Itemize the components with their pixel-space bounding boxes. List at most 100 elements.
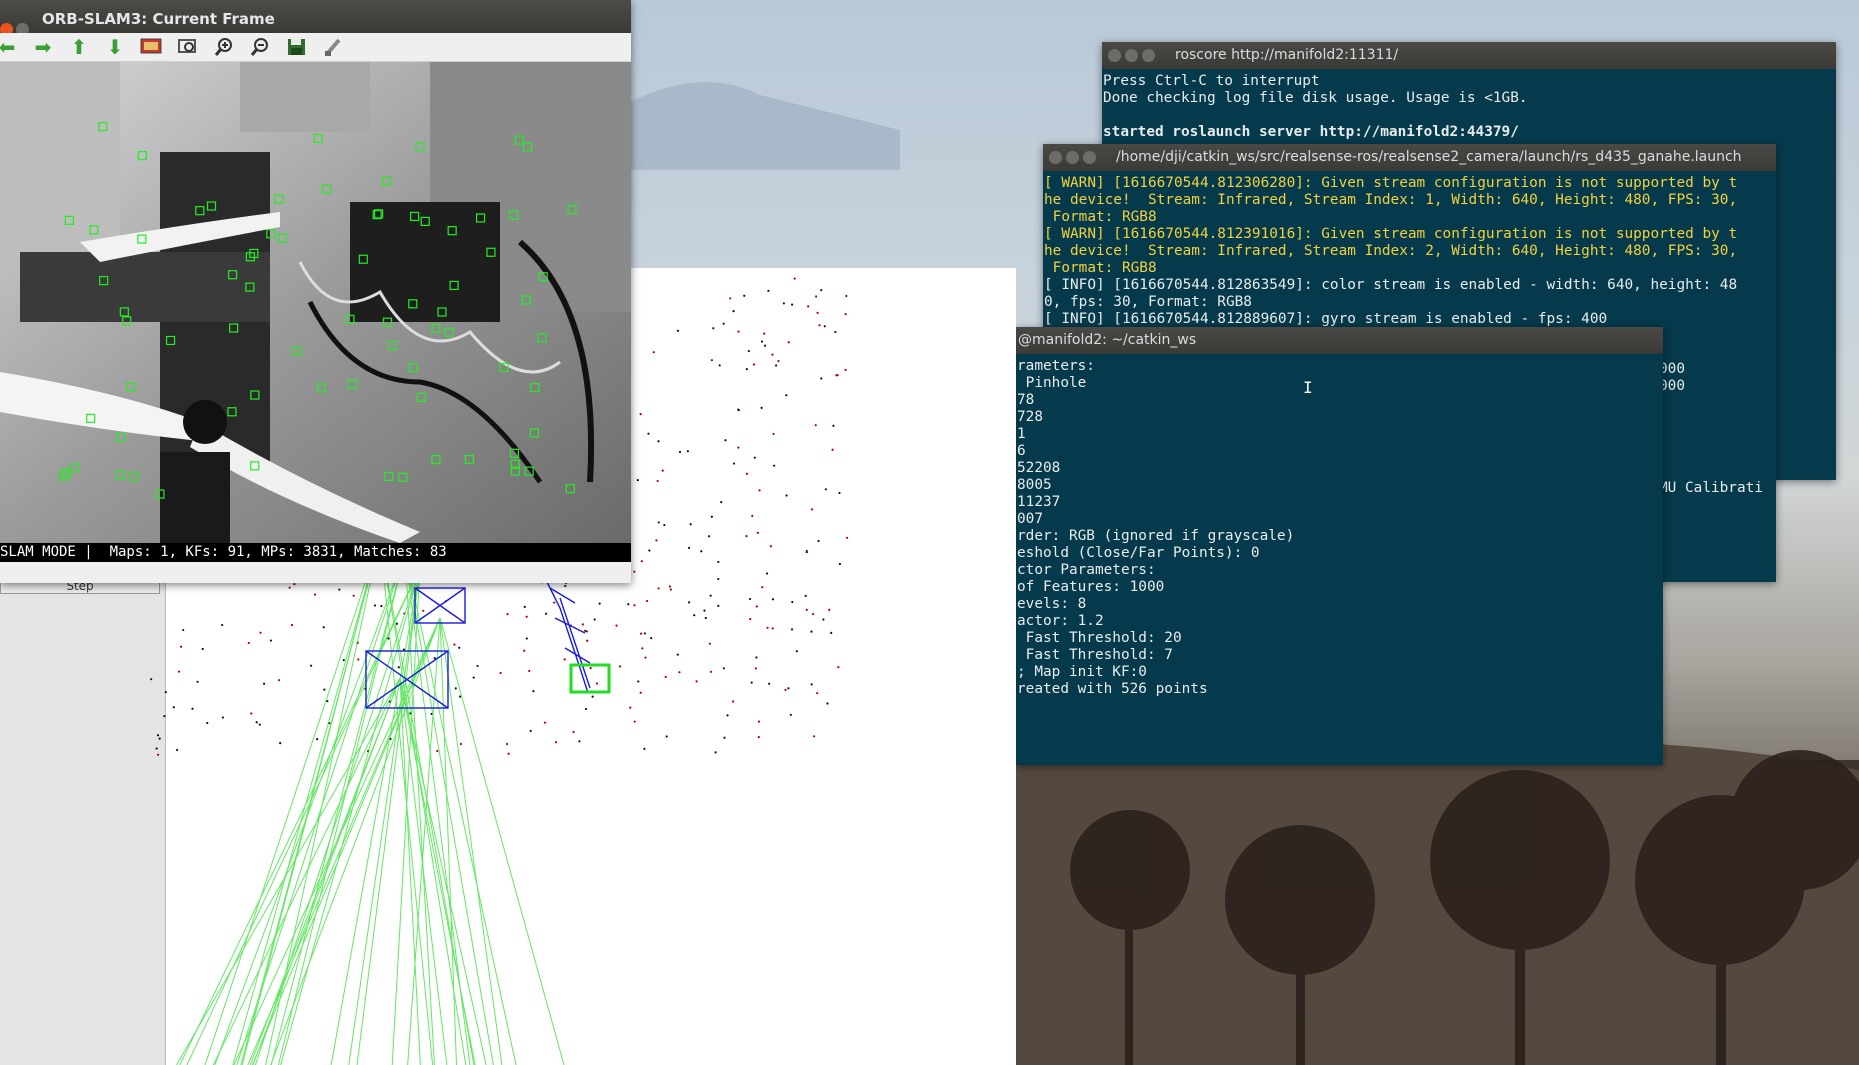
map-point bbox=[618, 665, 622, 668]
map-point bbox=[771, 598, 775, 601]
map-point bbox=[703, 609, 706, 612]
map-point bbox=[751, 514, 754, 517]
map-point bbox=[664, 675, 667, 679]
down-arrow-icon[interactable]: ⬇ bbox=[104, 37, 126, 57]
minimize-icon[interactable] bbox=[1125, 49, 1138, 62]
map-point bbox=[458, 646, 461, 649]
minimize-icon[interactable] bbox=[1066, 151, 1079, 164]
map-point bbox=[743, 294, 746, 297]
map-point bbox=[695, 680, 698, 683]
map-point bbox=[629, 706, 632, 709]
map-point bbox=[726, 714, 729, 717]
map-point bbox=[844, 313, 847, 316]
map-point bbox=[768, 682, 771, 685]
map-point bbox=[663, 523, 666, 527]
map-point bbox=[826, 702, 829, 705]
map-point bbox=[687, 546, 691, 549]
map-point bbox=[422, 609, 425, 612]
map-point bbox=[373, 604, 377, 607]
map-point bbox=[708, 642, 711, 645]
map-point bbox=[745, 535, 748, 538]
maximize-icon[interactable] bbox=[1083, 151, 1096, 164]
zoom-out-icon[interactable] bbox=[249, 37, 271, 57]
map-point bbox=[769, 545, 772, 548]
map-point bbox=[639, 691, 642, 694]
map-point bbox=[723, 736, 726, 739]
map-point bbox=[532, 690, 535, 693]
map-point bbox=[313, 593, 317, 596]
back-arrow-icon[interactable]: ⬅ bbox=[0, 37, 18, 57]
map-point bbox=[472, 676, 475, 679]
map-point bbox=[309, 664, 313, 667]
map-point bbox=[196, 680, 199, 683]
image-icon[interactable] bbox=[140, 37, 162, 57]
map-point bbox=[748, 597, 752, 601]
map-point bbox=[818, 324, 821, 327]
map-point bbox=[290, 623, 294, 627]
map-point bbox=[255, 721, 258, 724]
map-point bbox=[752, 363, 756, 366]
map-point bbox=[279, 741, 282, 745]
frame-window-titlebar[interactable]: ORB-SLAM3: Current Frame bbox=[0, 0, 631, 36]
map-point bbox=[554, 741, 558, 744]
map-point bbox=[717, 560, 720, 564]
map-point bbox=[397, 666, 400, 669]
map-point bbox=[737, 408, 740, 412]
map-point bbox=[277, 679, 281, 682]
terminal-output[interactable]: [ WARN] [1616670544.812306280]: Given st… bbox=[1043, 171, 1776, 332]
map-point bbox=[714, 751, 717, 754]
map-point bbox=[732, 462, 736, 465]
map-point bbox=[812, 735, 816, 738]
terminal-line: Fast Threshold: 7 bbox=[1017, 647, 1173, 663]
map-point bbox=[543, 721, 547, 724]
map-point bbox=[795, 650, 798, 653]
zoom-in-icon[interactable] bbox=[213, 37, 235, 57]
up-arrow-icon[interactable]: ⬆ bbox=[68, 37, 90, 57]
terminal-titlebar[interactable]: @manifold2: ~/catkin_ws bbox=[1016, 327, 1663, 354]
map-point bbox=[648, 549, 651, 552]
map-point bbox=[572, 730, 575, 734]
catkin-terminal-window[interactable]: @manifold2: ~/catkin_ws rameters: Pinhol… bbox=[1016, 327, 1663, 765]
map-point bbox=[837, 666, 840, 669]
map-point bbox=[206, 721, 209, 725]
map-point bbox=[598, 602, 601, 605]
terminal-line: reated with 526 points bbox=[1017, 681, 1208, 697]
map-point bbox=[191, 707, 194, 710]
map-point bbox=[250, 712, 253, 715]
orbslam-current-frame-window[interactable]: ORB-SLAM3: Current Frame ⬅ ➡ ⬆ ⬇ SLAM MO… bbox=[0, 0, 631, 583]
map-point bbox=[578, 740, 581, 743]
map-point bbox=[771, 627, 774, 630]
terminal-line: 11237 bbox=[1017, 494, 1061, 510]
save-icon[interactable] bbox=[286, 37, 308, 57]
forward-arrow-icon[interactable]: ➡ bbox=[32, 37, 54, 57]
map-point bbox=[323, 688, 326, 691]
map-point bbox=[757, 736, 760, 739]
map-point bbox=[814, 424, 817, 427]
terminal-title: roscore http://manifold2:11311/ bbox=[1175, 47, 1399, 63]
map-point bbox=[676, 329, 680, 332]
terminal-line: Press Ctrl-C to interrupt bbox=[1103, 73, 1320, 89]
terminal-titlebar[interactable]: /home/dji/catkin_ws/src/realsense-ros/re… bbox=[1043, 144, 1776, 171]
terminal-titlebar[interactable]: roscore http://manifold2:11311/ bbox=[1102, 42, 1836, 69]
map-point bbox=[822, 618, 825, 621]
map-point bbox=[528, 669, 531, 673]
map-point bbox=[507, 752, 510, 755]
map-point bbox=[693, 614, 696, 617]
map-point bbox=[785, 494, 788, 497]
map-point bbox=[221, 623, 224, 627]
terminal-output[interactable]: Press Ctrl-C to interrupt Done checking l… bbox=[1102, 69, 1836, 145]
map-point bbox=[810, 630, 813, 633]
map-point bbox=[627, 603, 630, 606]
map-point bbox=[643, 632, 646, 635]
close-icon[interactable] bbox=[1108, 49, 1121, 62]
map-point bbox=[709, 670, 713, 673]
close-icon[interactable] bbox=[1049, 151, 1062, 164]
terminal-output[interactable]: rameters: Pinhole 78 728 1 6 52208 8005 11237 00… bbox=[1016, 354, 1663, 702]
map-point bbox=[459, 695, 462, 698]
map-point bbox=[637, 680, 640, 683]
frame-toolbar: ⬅ ➡ ⬆ ⬇ bbox=[0, 33, 631, 62]
zoom-fit-icon[interactable] bbox=[177, 37, 199, 57]
map-point bbox=[700, 550, 703, 553]
brush-icon[interactable] bbox=[322, 37, 344, 57]
maximize-icon[interactable] bbox=[1142, 49, 1155, 62]
